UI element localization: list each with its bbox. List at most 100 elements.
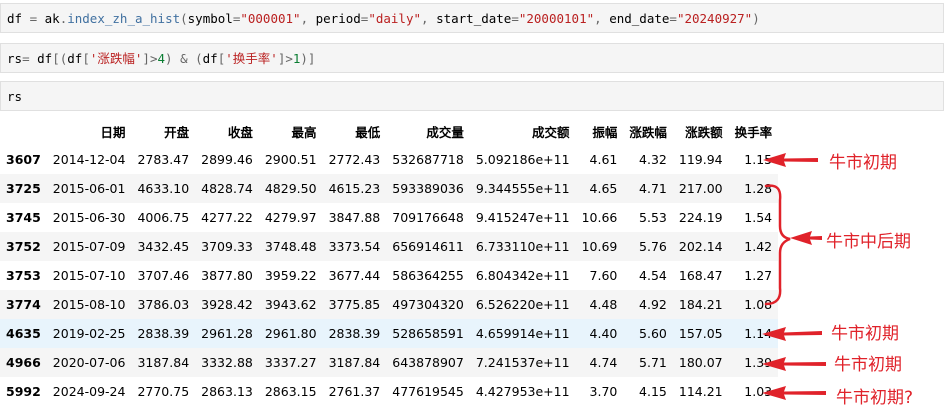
code-token: df (37, 51, 53, 66)
table-cell: 1.28 (744, 181, 773, 196)
table-cell: 3707.46 (137, 268, 190, 283)
table-row: 3725 2015-06-01 4633.10 4828.74 4829.50 4615.… (0, 174, 779, 203)
table-cell: 2015-06-01 (52, 181, 126, 196)
table-cell: 4279.97 (264, 210, 317, 225)
code-token: '换手率' (225, 51, 278, 66)
row-index: 3752 (6, 239, 41, 254)
table-cell: 497304320 (392, 297, 464, 312)
row-index: 3725 (6, 181, 41, 196)
table-cell: 2783.47 (137, 152, 190, 167)
table-cell: 224.19 (678, 210, 723, 225)
table-cell: 157.05 (678, 326, 723, 341)
row-index: 4966 (6, 355, 41, 370)
table-cell: 1.08 (744, 297, 773, 312)
annotation-bull-early-4: 牛市初期? (836, 388, 914, 408)
code-token: index_zh_a_hist (67, 11, 181, 26)
table-cell: 180.07 (678, 355, 723, 370)
table-cell: 586364255 (392, 268, 464, 283)
code-cell-3[interactable]: rs (0, 81, 944, 111)
annotation-bull-early-3: 牛市初期 (834, 355, 902, 375)
table-row: 4635 2019-02-25 2838.39 2961.28 2961.80 2838.… (0, 319, 779, 348)
code-token: ak (44, 11, 60, 26)
table-row: 3745 2015-06-30 4006.75 4277.22 4279.97 3847.… (0, 203, 779, 232)
table-cell: 3928.42 (201, 297, 253, 312)
code-token: df (7, 11, 23, 26)
code-token: & (180, 51, 188, 66)
row-index: 3745 (6, 210, 41, 225)
code-token: df (67, 51, 83, 66)
code-token: , (300, 11, 316, 26)
table-cell: 4.48 (589, 297, 618, 312)
code-token: end_date (609, 11, 670, 26)
table-cell: 2961.28 (201, 326, 253, 341)
row-index: 3607 (6, 152, 41, 167)
table-cell: 3187.84 (137, 355, 190, 370)
table-cell: 2015-07-10 (52, 268, 126, 283)
table-cell: 4.32 (639, 152, 667, 167)
table-cell: 5.71 (639, 355, 667, 370)
code-token: rs (7, 51, 23, 66)
table-cell: 5.092186e+11 (475, 152, 570, 167)
code-token: )] (300, 51, 316, 66)
table-cell: 2024-09-24 (52, 384, 126, 399)
table-cell: 4.61 (589, 152, 618, 167)
code-token: = (511, 11, 519, 26)
table-cell: 4.71 (639, 181, 667, 196)
table-cell: 3337.27 (264, 355, 317, 370)
table-cell: 1.42 (744, 239, 773, 254)
annotation-bull-early-2: 牛市初期 (831, 324, 899, 344)
table-cell: 9.344555e+11 (475, 181, 570, 196)
column-header: 振幅 (592, 124, 618, 140)
code-token: ) (165, 51, 181, 66)
table-cell: 3943.62 (264, 297, 317, 312)
table-cell: 6.804342e+11 (475, 268, 570, 283)
annotation-bull-early-1: 牛市初期 (829, 153, 897, 173)
code-token: 4 (157, 51, 165, 66)
table-cell: 119.94 (678, 152, 723, 167)
table-cell: 2014-12-04 (52, 152, 126, 167)
table-cell: 1.03 (744, 384, 773, 399)
table-cell: 4.659914e+11 (475, 326, 570, 341)
table-cell: 4006.75 (137, 210, 190, 225)
table-cell: 532687718 (392, 152, 464, 167)
table-row: 3752 2015-07-09 3432.45 3709.33 3748.48 3373.… (0, 232, 779, 261)
table-cell: 4.65 (589, 181, 618, 196)
table-cell: 3373.54 (328, 239, 381, 254)
table-cell: 2863.15 (264, 384, 317, 399)
table-cell: 477619545 (392, 384, 464, 399)
code-token: > (285, 51, 293, 66)
table-cell: 1.27 (744, 268, 773, 283)
table-cell: 4.54 (639, 268, 667, 283)
code-token: df (202, 51, 218, 66)
table-cell: 528658591 (392, 326, 464, 341)
table-cell: 593389036 (392, 181, 464, 196)
table-cell: 2019-02-25 (52, 326, 126, 341)
table-cell: 2838.39 (137, 326, 190, 341)
index-header (0, 117, 47, 145)
table-cell: 4615.23 (328, 181, 381, 196)
table-row: 3774 2015-08-10 3786.03 3928.42 3943.62 3775.… (0, 290, 779, 319)
row-index: 5992 (6, 384, 41, 399)
table-cell: 4.92 (639, 297, 667, 312)
table-cell: 1.54 (744, 210, 773, 225)
code-token: ] (142, 51, 150, 66)
table-header-row: 日期 开盘 收盘 最高 最低 成交量 成交额 振幅 涨跌幅 涨跌额 换手率 (0, 117, 778, 145)
table-row: 4966 2020-07-06 3187.84 3332.88 3337.27 3187.… (0, 348, 779, 377)
column-header: 涨跌额 (685, 124, 723, 140)
code-token: [( (52, 51, 68, 66)
table-cell: 2770.75 (137, 384, 190, 399)
table-cell: 2900.51 (264, 152, 317, 167)
column-header: 换手率 (734, 124, 773, 140)
column-header: 收盘 (227, 124, 253, 140)
column-header: 成交额 (532, 124, 570, 140)
code-cell-2[interactable]: rs= df[(df['涨跌幅']>4) & (df['换手率']>1)] (0, 43, 944, 73)
table-row: 5992 2024-09-24 2770.75 2863.13 2863.15 2761.… (0, 377, 779, 406)
arrow-icon (790, 231, 822, 245)
code-token: = (22, 51, 38, 66)
row-index: 3753 (6, 268, 41, 283)
column-header: 最低 (355, 124, 381, 140)
table-cell: 4.427953e+11 (475, 384, 570, 399)
table-cell: 1.15 (744, 152, 773, 167)
code-cell-1[interactable]: df = ak.index_zh_a_hist(symbol="000001",… (0, 3, 944, 33)
table-cell: 3709.33 (201, 239, 253, 254)
